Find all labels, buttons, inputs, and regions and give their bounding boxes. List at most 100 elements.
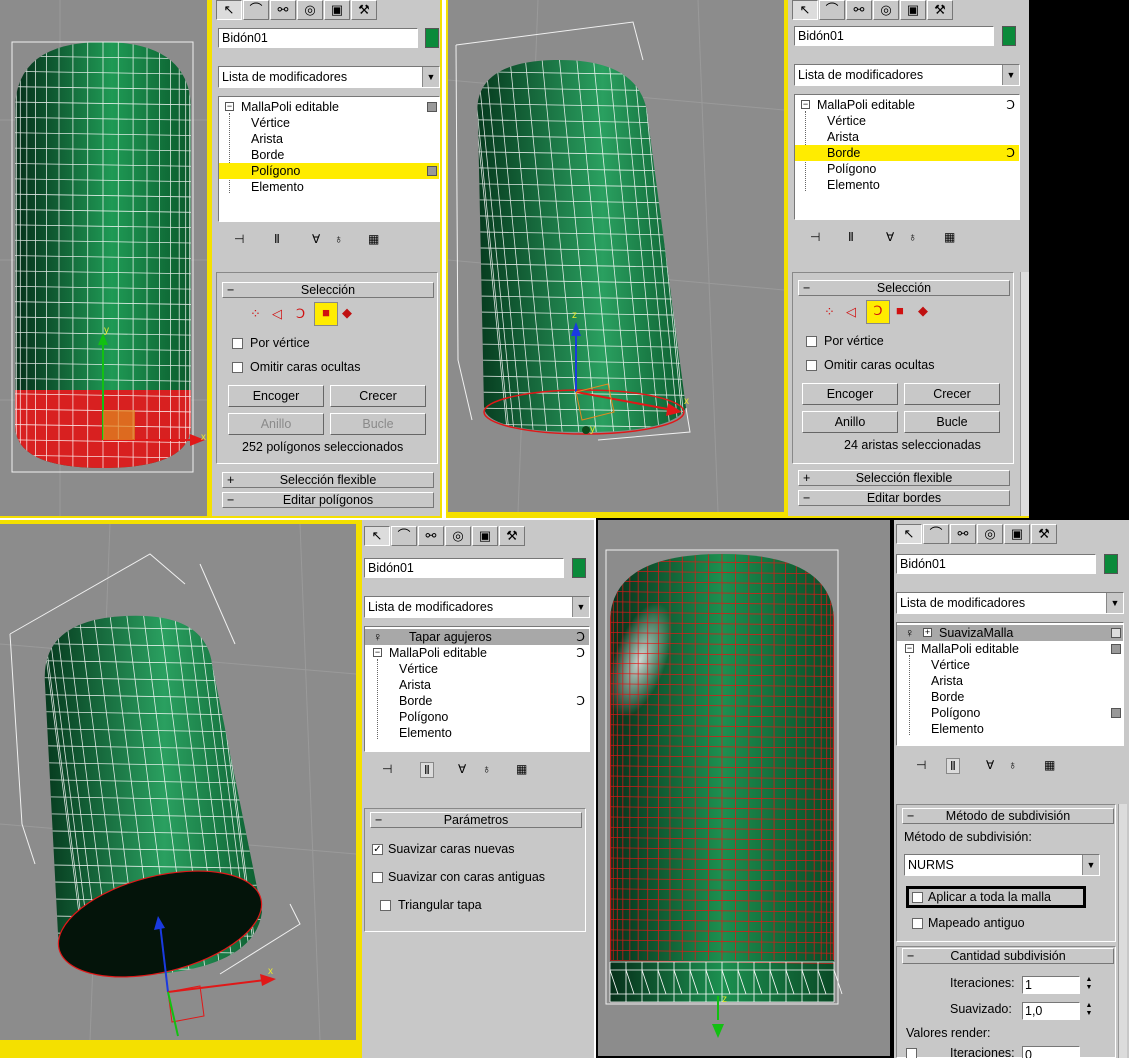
old-mapping-checkbox[interactable] <box>912 918 923 929</box>
shrink-button[interactable]: Encoger <box>802 383 898 405</box>
configure-sets-icon[interactable]: ▦ <box>516 762 527 776</box>
stack-item-polygon[interactable]: Polígono <box>897 705 1123 721</box>
motion-icon[interactable]: ◎ <box>873 0 899 20</box>
edit-borders-rollout-header[interactable]: − Editar bordes <box>798 490 1010 506</box>
polygon-mode-icon[interactable]: ■ <box>896 303 904 318</box>
soft-selection-rollout-header[interactable]: + Selección flexible <box>222 472 434 488</box>
vertex-mode-icon[interactable]: ⁘ <box>824 304 835 320</box>
make-unique-icon[interactable]: ∀ <box>312 232 320 246</box>
remove-modifier-icon[interactable]: ♁ <box>334 232 343 246</box>
render-iterations-checkbox[interactable] <box>906 1048 917 1058</box>
stack-item-vertex[interactable]: Vértice <box>365 661 589 677</box>
stack-item-cap-holes[interactable]: ♀ Tapar agujeros Ↄ <box>365 629 589 645</box>
object-name-field[interactable]: Bidón01 <box>218 28 418 48</box>
utilities-hammer-icon[interactable]: ⚒ <box>1031 524 1057 544</box>
modifier-stack[interactable]: ♀ + SuavizaMalla − MallaPoli editable Vérti… <box>896 622 1124 746</box>
expand-box-icon[interactable]: + <box>923 628 932 637</box>
show-end-result-icon[interactable]: Ⅱ <box>420 762 434 778</box>
bend-icon[interactable]: ⌒ <box>243 0 269 20</box>
configure-sets-icon[interactable]: ▦ <box>368 232 379 246</box>
spinner-arrows-icon[interactable]: ▲ ▼ <box>1084 976 1094 994</box>
loop-button[interactable]: Bucle <box>330 413 426 435</box>
pin-stack-icon[interactable]: ⊣ <box>810 230 820 244</box>
hierarchy-icon[interactable]: ⚯ <box>270 0 296 20</box>
edge-mode-icon[interactable]: ◁ <box>272 306 282 322</box>
cursor-icon[interactable]: ↖ <box>364 526 390 546</box>
edge-mode-icon[interactable]: ◁ <box>846 304 856 320</box>
object-color-swatch[interactable] <box>572 558 586 578</box>
by-vertex-checkbox[interactable] <box>232 338 243 349</box>
utilities-hammer-icon[interactable]: ⚒ <box>499 526 525 546</box>
cursor-icon[interactable]: ↖ <box>216 0 242 20</box>
show-end-result-icon[interactable]: Ⅱ <box>848 230 854 244</box>
selection-rollout-header[interactable]: − Selección <box>798 280 1010 296</box>
make-unique-icon[interactable]: ∀ <box>986 758 994 772</box>
stack-item-vertex[interactable]: Vértice <box>219 115 439 131</box>
motion-icon[interactable]: ◎ <box>977 524 1003 544</box>
collapse-box-icon[interactable]: − <box>225 102 234 111</box>
spinner-arrows-icon[interactable]: ▲ ▼ <box>1084 1002 1094 1020</box>
stack-item-element[interactable]: Elemento <box>365 725 589 741</box>
iterations-spinner[interactable]: 1 <box>1022 976 1080 994</box>
viewport-3[interactable]: x <box>0 524 356 1040</box>
hierarchy-icon[interactable]: ⚯ <box>846 0 872 20</box>
stack-item-edge[interactable]: Arista <box>795 129 1019 145</box>
shrink-button[interactable]: Encoger <box>228 385 324 407</box>
ring-button[interactable]: Anillo <box>228 413 324 435</box>
pin-stack-icon[interactable]: ⊣ <box>234 232 244 246</box>
subdivision-method-dropdown[interactable]: NURMS ▼ <box>904 854 1100 876</box>
stack-item-border[interactable]: Borde Ↄ <box>365 693 589 709</box>
stack-item-border[interactable]: Borde Ↄ <box>795 145 1019 161</box>
display-icon[interactable]: ▣ <box>324 0 350 20</box>
configure-sets-icon[interactable]: ▦ <box>944 230 955 244</box>
stack-item-editable-poly[interactable]: − MallaPoli editable <box>897 641 1123 657</box>
stack-item-border[interactable]: Borde <box>897 689 1123 705</box>
cursor-icon[interactable]: ↖ <box>896 524 922 544</box>
modifier-stack[interactable]: − MallaPoli editable Ↄ Vértice Arista Bord… <box>794 94 1020 220</box>
grow-button[interactable]: Crecer <box>330 385 426 407</box>
grow-button[interactable]: Crecer <box>904 383 1000 405</box>
object-name-field[interactable]: Bidón01 <box>794 26 994 46</box>
panel-scrollbar[interactable] <box>1020 272 1029 516</box>
modifier-list-dropdown[interactable]: Lista de modificadores ▼ <box>364 596 590 618</box>
motion-icon[interactable]: ◎ <box>445 526 471 546</box>
stack-item-polygon[interactable]: Polígono <box>795 161 1019 177</box>
triangulate-cap-checkbox[interactable] <box>380 900 391 911</box>
element-mode-icon[interactable]: ◆ <box>918 303 928 319</box>
bend-icon[interactable]: ⌒ <box>391 526 417 546</box>
object-name-field[interactable]: Bidón01 <box>896 554 1096 574</box>
stack-item-element[interactable]: Elemento <box>795 177 1019 193</box>
loop-button[interactable]: Bucle <box>904 411 1000 433</box>
element-mode-icon[interactable]: ◆ <box>342 305 352 321</box>
stack-toggle-icon[interactable] <box>1111 644 1121 654</box>
smoothness-spinner[interactable]: 1,0 <box>1022 1002 1080 1020</box>
collapse-box-icon[interactable]: − <box>905 644 914 653</box>
remove-modifier-icon[interactable]: ♁ <box>482 762 491 776</box>
stack-item-polygon[interactable]: Polígono <box>365 709 589 725</box>
modifier-list-dropdown[interactable]: Lista de modificadores ▼ <box>896 592 1124 614</box>
edit-polygons-rollout-header[interactable]: − Editar polígonos <box>222 492 434 508</box>
collapse-box-icon[interactable]: − <box>801 100 810 109</box>
object-color-swatch[interactable] <box>1002 26 1016 46</box>
stack-item-edge[interactable]: Arista <box>365 677 589 693</box>
modifier-list-dropdown[interactable]: Lista de modificadores ▼ <box>794 64 1020 86</box>
object-color-swatch[interactable] <box>425 28 439 48</box>
cursor-icon[interactable]: ↖ <box>792 0 818 20</box>
polygon-mode-icon[interactable]: ■ <box>314 302 338 326</box>
stack-item-vertex[interactable]: Vértice <box>897 657 1123 673</box>
collapse-box-icon[interactable]: − <box>373 648 382 657</box>
stack-item-meshsmooth[interactable]: ♀ + SuavizaMalla <box>897 625 1123 641</box>
stack-toggle-icon[interactable] <box>1111 628 1121 638</box>
stack-toggle-icon[interactable] <box>1111 708 1121 718</box>
stack-item-element[interactable]: Elemento <box>897 721 1123 737</box>
soft-selection-rollout-header[interactable]: + Selección flexible <box>798 470 1010 486</box>
border-mode-icon[interactable]: Ↄ <box>866 300 890 324</box>
ignore-backfacing-checkbox[interactable] <box>806 360 817 371</box>
hierarchy-icon[interactable]: ⚯ <box>950 524 976 544</box>
render-iterations-spinner[interactable]: 0 <box>1022 1046 1080 1058</box>
pin-stack-icon[interactable]: ⊣ <box>382 762 392 776</box>
stack-item-editable-poly[interactable]: − MallaPoli editable Ↄ <box>365 645 589 661</box>
stack-toggle-icon[interactable] <box>427 166 437 176</box>
border-mode-icon[interactable]: Ↄ <box>296 306 305 322</box>
lightbulb-icon[interactable]: ♀ <box>905 625 914 641</box>
